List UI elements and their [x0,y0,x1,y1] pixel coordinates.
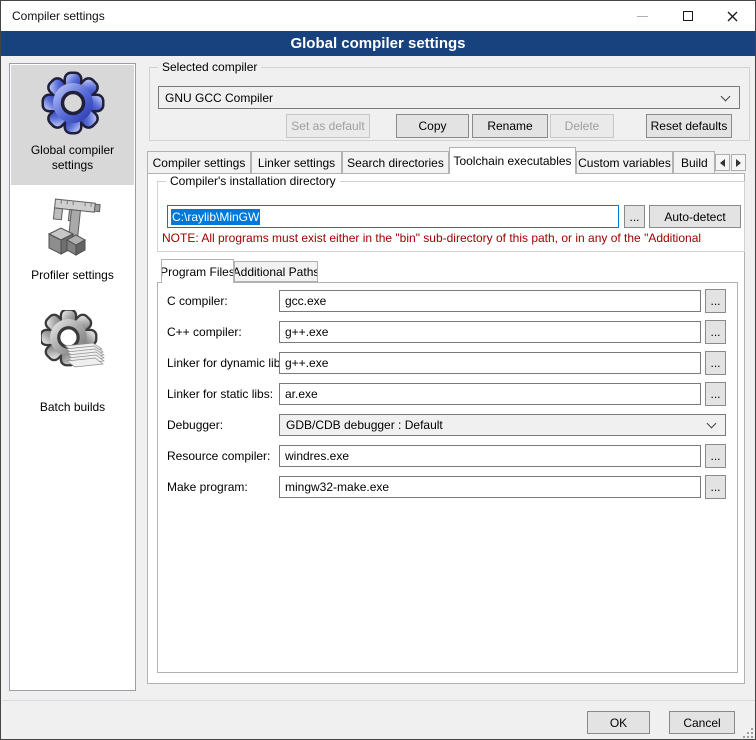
sidebar-item-batch-builds[interactable]: Batch builds [11,306,134,420]
minimize-button[interactable] [619,1,665,31]
subtab-additional-paths[interactable]: Additional Paths [234,261,318,282]
button-label: Reset defaults [651,119,728,133]
debugger-dropdown[interactable]: GDB/CDB debugger : Default [279,414,726,436]
ellipsis-icon: ... [710,356,720,370]
browse-make-program-button[interactable]: ... [705,475,726,499]
set-as-default-button[interactable]: Set as default [286,114,370,138]
delete-button[interactable]: Delete [550,114,614,138]
sidebar-item-label: Batch builds [11,400,134,415]
tab-label: Custom variables [578,156,671,170]
tab-scroll-left-button[interactable] [715,154,730,171]
installation-directory-group-label: Compiler's installation directory [166,174,340,188]
gray-gear-stack-icon [41,310,105,374]
cpp-compiler-input[interactable] [279,321,701,343]
browse-resource-compiler-button[interactable]: ... [705,444,726,468]
button-label: Delete [565,119,600,133]
ellipsis-icon: ... [710,294,720,308]
resource-compiler-input[interactable] [279,445,701,467]
caliper-icon [41,192,105,256]
field-label-make-program: Make program: [167,480,248,494]
browse-directory-button[interactable]: ... [624,205,645,228]
sidebar-item-profiler-settings[interactable]: Profiler settings [11,190,134,300]
close-button[interactable] [710,1,755,31]
selected-compiler-group-label: Selected compiler [158,60,261,74]
button-label: Set as default [291,119,364,133]
rename-button[interactable]: Rename [472,114,548,138]
linker-dynamic-input[interactable] [279,352,701,374]
dialog-header-title: Global compiler settings [290,35,465,52]
button-label: Copy [418,119,446,133]
ellipsis-icon: ... [710,325,720,339]
blue-gear-icon [41,71,105,135]
make-program-input[interactable] [279,476,701,498]
button-label: Auto-detect [664,210,725,224]
subtab-program-files[interactable]: Program Files [161,259,234,283]
title-bar: Compiler settings [1,1,755,31]
ellipsis-icon: ... [710,387,720,401]
field-label-cpp-compiler: C++ compiler: [167,325,242,339]
field-label-debugger: Debugger: [167,418,223,432]
tab-label: Search directories [347,156,444,170]
tab-label: Linker settings [258,156,335,170]
triangle-left-icon [720,159,725,167]
ellipsis-icon: ... [710,449,720,463]
triangle-right-icon [736,159,741,167]
ellipsis-icon: ... [710,480,720,494]
close-icon [727,11,738,22]
sidebar-item-label: Global compiler settings [11,143,134,173]
button-label: Rename [487,119,532,133]
installation-directory-value: C:\raylib\MinGW [171,209,260,225]
button-label: OK [610,716,627,730]
tab-toolchain-executables[interactable]: Toolchain executables [449,147,576,174]
copy-button[interactable]: Copy [396,114,469,138]
field-label-linker-dynamic: Linker for dynamic libs: [167,356,290,370]
tab-label: Compiler settings [153,156,246,170]
browse-linker-static-button[interactable]: ... [705,382,726,406]
tab-label: Build [681,156,708,170]
tab-custom-variables[interactable]: Custom variables [576,151,673,174]
field-label-c-compiler: C compiler: [167,294,228,308]
minimize-icon [637,16,648,17]
tab-compiler-settings[interactable]: Compiler settings [147,151,251,174]
chevron-down-icon [707,419,717,429]
resize-grip[interactable] [743,728,754,739]
cancel-button[interactable]: Cancel [669,711,735,734]
browse-linker-dynamic-button[interactable]: ... [705,351,726,375]
installation-directory-input[interactable]: C:\raylib\MinGW [167,205,619,228]
browse-cpp-compiler-button[interactable]: ... [705,320,726,344]
tab-label: Toolchain executables [453,154,571,168]
tab-label: Additional Paths [234,265,318,279]
maximize-button[interactable] [665,1,711,31]
selected-compiler-value: GNU GCC Compiler [165,91,273,105]
debugger-value: GDB/CDB debugger : Default [286,418,443,432]
ellipsis-icon: ... [629,210,639,224]
ok-button[interactable]: OK [587,711,650,734]
sidebar-item-label: Profiler settings [11,268,134,283]
tab-search-directories[interactable]: Search directories [342,151,449,174]
c-compiler-input[interactable] [279,290,701,312]
bin-subdirectory-note: NOTE: All programs must exist either in … [162,231,740,245]
browse-c-compiler-button[interactable]: ... [705,289,726,313]
footer-divider [2,700,755,701]
selected-compiler-dropdown[interactable]: GNU GCC Compiler [158,86,740,109]
settings-category-list: Global compiler settings [9,63,136,691]
field-label-linker-static: Linker for static libs: [167,387,273,401]
dialog-header: Global compiler settings [1,31,755,56]
tab-build-options[interactable]: Build [673,151,715,174]
compiler-settings-dialog: Compiler settings Global compiler settin… [0,0,756,740]
auto-detect-button[interactable]: Auto-detect [649,205,741,228]
tab-scroll-right-button[interactable] [731,154,746,171]
maximize-icon [683,11,693,21]
tab-label: Program Files [161,265,234,279]
reset-defaults-button[interactable]: Reset defaults [646,114,732,138]
field-label-resource-compiler: Resource compiler: [167,449,270,463]
button-label: Cancel [683,716,720,730]
chevron-down-icon [721,92,731,102]
sidebar-item-global-compiler-settings[interactable]: Global compiler settings [11,65,134,185]
linker-static-input[interactable] [279,383,701,405]
tab-linker-settings[interactable]: Linker settings [251,151,342,174]
window-title: Compiler settings [12,9,105,23]
